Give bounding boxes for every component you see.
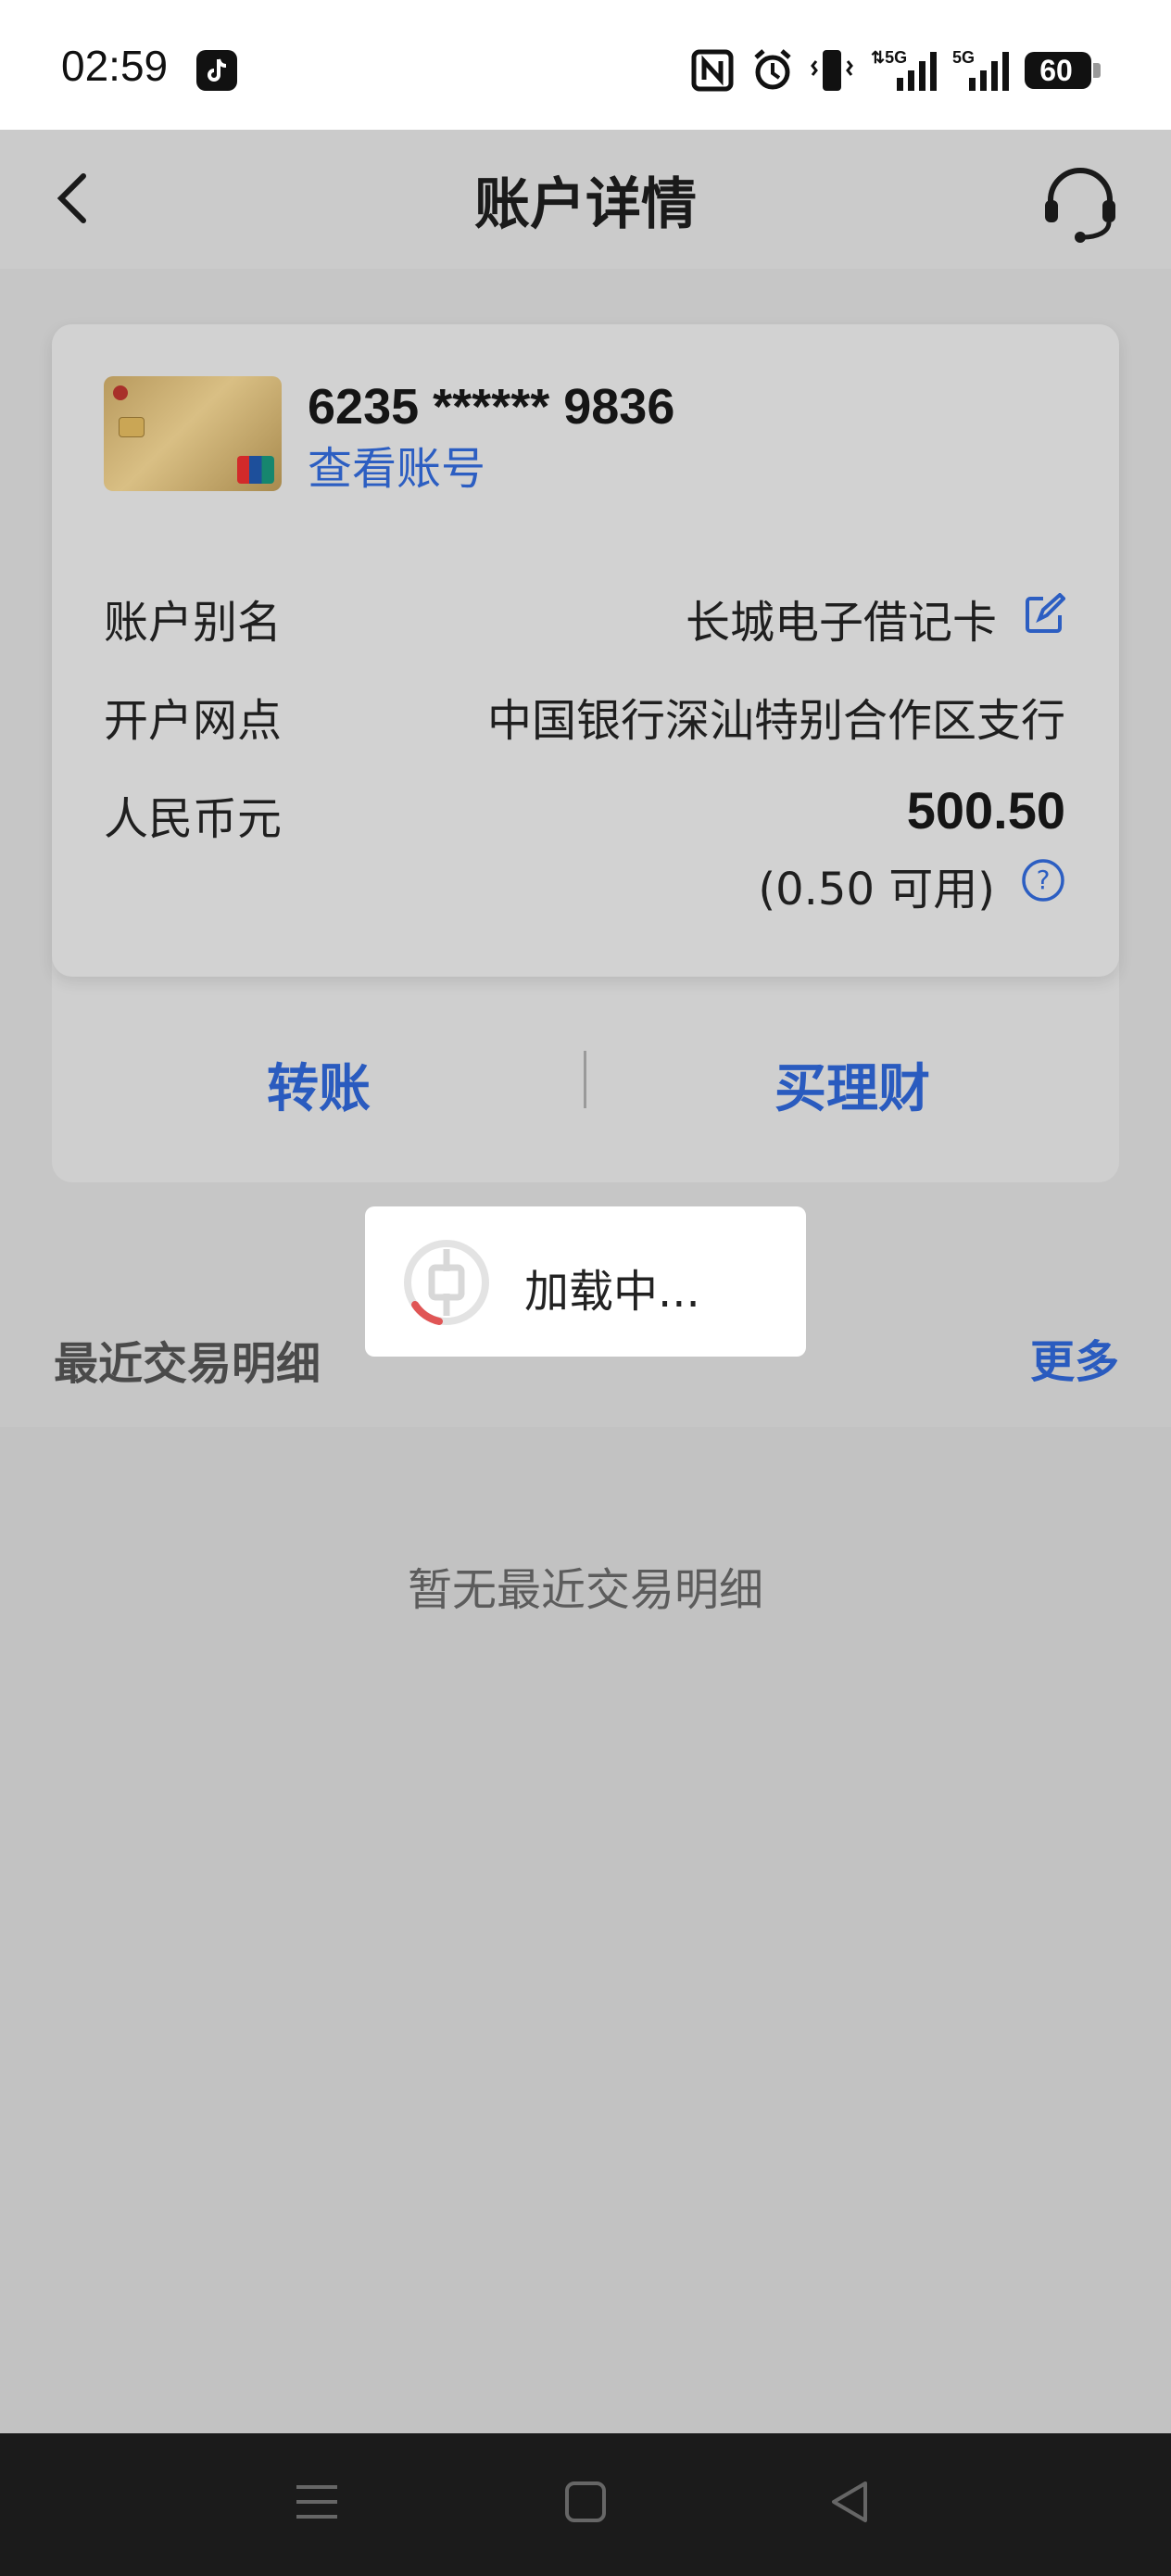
- page-title: 账户详情: [474, 172, 697, 237]
- tiktok-icon: [196, 50, 237, 91]
- edit-icon[interactable]: [1023, 593, 1065, 636]
- battery-level: 60: [1039, 54, 1073, 87]
- nfc-icon: [691, 49, 734, 92]
- card-chip-icon: [119, 417, 145, 437]
- status-time: 02:59: [61, 42, 169, 90]
- more-link[interactable]: 更多: [1030, 1325, 1119, 1390]
- home-icon[interactable]: [558, 2474, 613, 2530]
- headset-icon[interactable]: [1039, 163, 1121, 243]
- alarm-icon: [754, 49, 791, 90]
- loading-spinner-icon: [404, 1240, 489, 1325]
- balance-value: 500.50: [906, 781, 1065, 840]
- signal-5g-icon: 5G: [952, 48, 1009, 91]
- loading-text: 加载中...: [524, 1266, 700, 1318]
- question-icon[interactable]: ?: [1021, 858, 1065, 903]
- svg-text:?: ?: [1037, 865, 1051, 895]
- currency-label: 人民币元: [104, 793, 283, 845]
- branch-label: 开户网点: [104, 695, 283, 747]
- available-balance: (0.50 可用): [758, 864, 995, 915]
- action-divider: [584, 1051, 586, 1108]
- svg-text:5G: 5G: [952, 48, 975, 67]
- svg-text:⇅5G: ⇅5G: [871, 48, 907, 67]
- buy-finance-button[interactable]: 买理财: [667, 1047, 1038, 1122]
- menu-icon[interactable]: [289, 2474, 345, 2530]
- bank-logo-icon: [113, 385, 128, 400]
- alias-value: 长城电子借记卡: [685, 597, 997, 649]
- recent-transactions-title: 最近交易明细: [54, 1338, 321, 1390]
- empty-state-text: 暂无最近交易明细: [407, 1564, 763, 1616]
- alias-label: 账户别名: [104, 597, 283, 649]
- battery-tip: [1093, 63, 1101, 78]
- branch-value: 中国银行深汕特别合作区支行: [486, 695, 1065, 747]
- unionpay-logo-icon: [237, 456, 274, 484]
- signal-5g-icon: ⇅5G: [871, 48, 937, 91]
- card-number: 6235 ****** 9836: [308, 379, 675, 435]
- back-icon[interactable]: [823, 2474, 878, 2530]
- vibrate-icon: [811, 50, 853, 91]
- transfer-button[interactable]: 转账: [133, 1047, 504, 1122]
- bank-card-image: [104, 376, 282, 491]
- view-account-link[interactable]: 查看账号: [308, 432, 485, 497]
